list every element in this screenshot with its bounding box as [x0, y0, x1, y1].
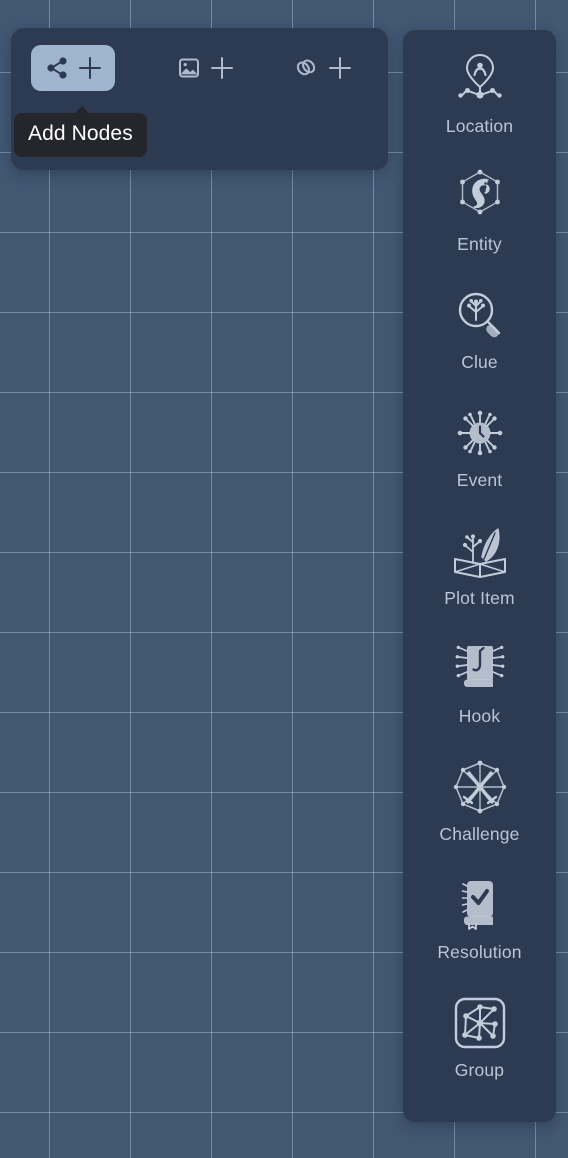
- palette-item-plot-item[interactable]: Plot Item: [403, 518, 556, 636]
- palette-item-label: Event: [456, 470, 503, 490]
- palette-item-hook[interactable]: Hook: [403, 636, 556, 754]
- add-link-button[interactable]: [279, 45, 365, 91]
- palette-item-label: Clue: [461, 352, 498, 372]
- book-quill-icon: [447, 518, 513, 584]
- group-network-square-icon: [447, 990, 513, 1056]
- palette-item-event[interactable]: Event: [403, 400, 556, 518]
- plus-icon: [211, 57, 233, 79]
- book-hook-icon: [447, 636, 513, 702]
- plus-icon: [329, 57, 351, 79]
- clock-burst-icon: [447, 400, 513, 466]
- palette-item-clue[interactable]: Clue: [403, 282, 556, 400]
- image-icon: [177, 56, 201, 80]
- share-nodes-icon: [45, 56, 69, 80]
- palette-item-label: Plot Item: [444, 588, 515, 608]
- palette-item-label: Location: [445, 116, 514, 136]
- plus-icon: [79, 57, 101, 79]
- add-nodes-button[interactable]: [31, 45, 115, 91]
- palette-item-challenge[interactable]: Challenge: [403, 754, 556, 872]
- palette-item-location[interactable]: Location: [403, 46, 556, 164]
- palette-item-label: Resolution: [437, 942, 522, 962]
- palette-item-entity[interactable]: Entity: [403, 164, 556, 282]
- palette-item-label: Hook: [458, 706, 501, 726]
- app-root: Add Nodes Location Entity Clue Event Plo…: [0, 0, 568, 1158]
- palette-item-resolution[interactable]: Resolution: [403, 872, 556, 990]
- creature-network-icon: [447, 164, 513, 230]
- crossed-swords-network-icon: [447, 754, 513, 820]
- palette-item-label: Group: [454, 1060, 505, 1080]
- palette-item-label: Challenge: [439, 824, 520, 844]
- link-chain-icon: [293, 55, 319, 81]
- palette-item-label: Entity: [457, 234, 502, 254]
- book-check-icon: [447, 872, 513, 938]
- tooltip: Add Nodes: [14, 106, 147, 157]
- location-pin-network-icon: [447, 46, 513, 112]
- node-type-palette: Location Entity Clue Event Plot Item Hoo…: [403, 30, 556, 1122]
- palette-item-group[interactable]: Group: [403, 990, 556, 1108]
- add-image-button[interactable]: [163, 45, 247, 91]
- magnifier-tree-icon: [447, 282, 513, 348]
